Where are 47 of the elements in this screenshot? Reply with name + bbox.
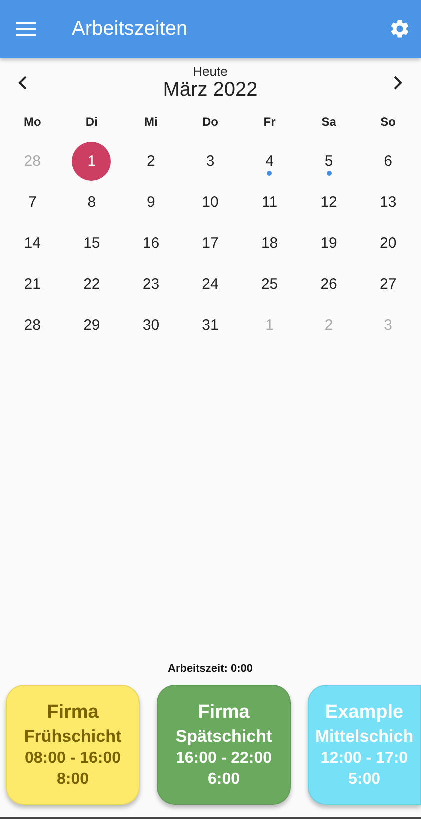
menu-icon[interactable] [16, 21, 36, 37]
calendar-day[interactable]: 26 [320, 276, 338, 293]
calendar-day[interactable]: 17 [202, 235, 219, 252]
weekday-label: Mo [24, 114, 42, 131]
calendar-day[interactable]: 31 [202, 317, 219, 334]
calendar-day[interactable]: 2 [147, 153, 156, 170]
shift-card[interactable]: Firma Frühschicht 08:00 - 16:00 8:00 [6, 685, 140, 805]
calendar-day[interactable]: 15 [84, 235, 100, 252]
calendar-day[interactable]: 30 [142, 317, 160, 334]
weekday-label: Do [202, 114, 218, 131]
calendar-day[interactable]: 12 [320, 194, 338, 211]
calendar-day[interactable]: 4 [266, 153, 274, 170]
weekday-label: So [380, 114, 396, 131]
calendar-day[interactable]: 10 [202, 194, 219, 211]
work-time-label: Arbeitszeit: 0:00 [168, 663, 253, 675]
selected-day[interactable]: 1 [72, 142, 112, 181]
calendar-day[interactable]: 9 [147, 194, 156, 211]
calendar-day[interactable]: 29 [84, 317, 100, 334]
calendar-day[interactable]: 24 [202, 276, 219, 293]
calendar-day[interactable]: 6 [384, 153, 393, 170]
app-title: Arbeitszeiten [72, 18, 189, 40]
calendar-day[interactable]: 28 [24, 317, 41, 334]
calendar-day[interactable]: 14 [24, 235, 41, 252]
calendar-day[interactable]: 27 [380, 276, 397, 293]
month-title: März 2022 [163, 79, 258, 102]
calendar-day[interactable]: 7 [28, 194, 37, 211]
weekday-label: Sa [322, 114, 336, 131]
chevron-left-icon[interactable] [18, 76, 28, 90]
calendar-day[interactable]: 13 [380, 194, 397, 211]
calendar-day[interactable]: 23 [142, 276, 160, 293]
calendar-day[interactable]: 22 [84, 276, 100, 293]
calendar-day[interactable]: 18 [261, 235, 278, 252]
calendar-day[interactable]: 20 [380, 235, 397, 252]
settings-icon[interactable] [389, 18, 411, 40]
calendar-day[interactable]: 5 [324, 153, 334, 170]
calendar-day[interactable]: 8 [88, 194, 96, 211]
calendar-day[interactable]: 21 [24, 276, 41, 293]
weekday-label: Di [86, 114, 98, 131]
calendar-day[interactable]: 16 [142, 235, 160, 252]
today-label[interactable]: Heute [193, 64, 228, 79]
chevron-right-icon[interactable] [393, 76, 403, 90]
weekday-label: Mi [144, 114, 158, 131]
calendar-day[interactable]: 19 [320, 235, 338, 252]
calendar-day[interactable]: 3 [206, 153, 215, 170]
calendar-day[interactable]: 25 [261, 276, 278, 293]
weekday-label: Fr [264, 114, 276, 131]
calendar-day[interactable]: 11 [262, 194, 278, 211]
